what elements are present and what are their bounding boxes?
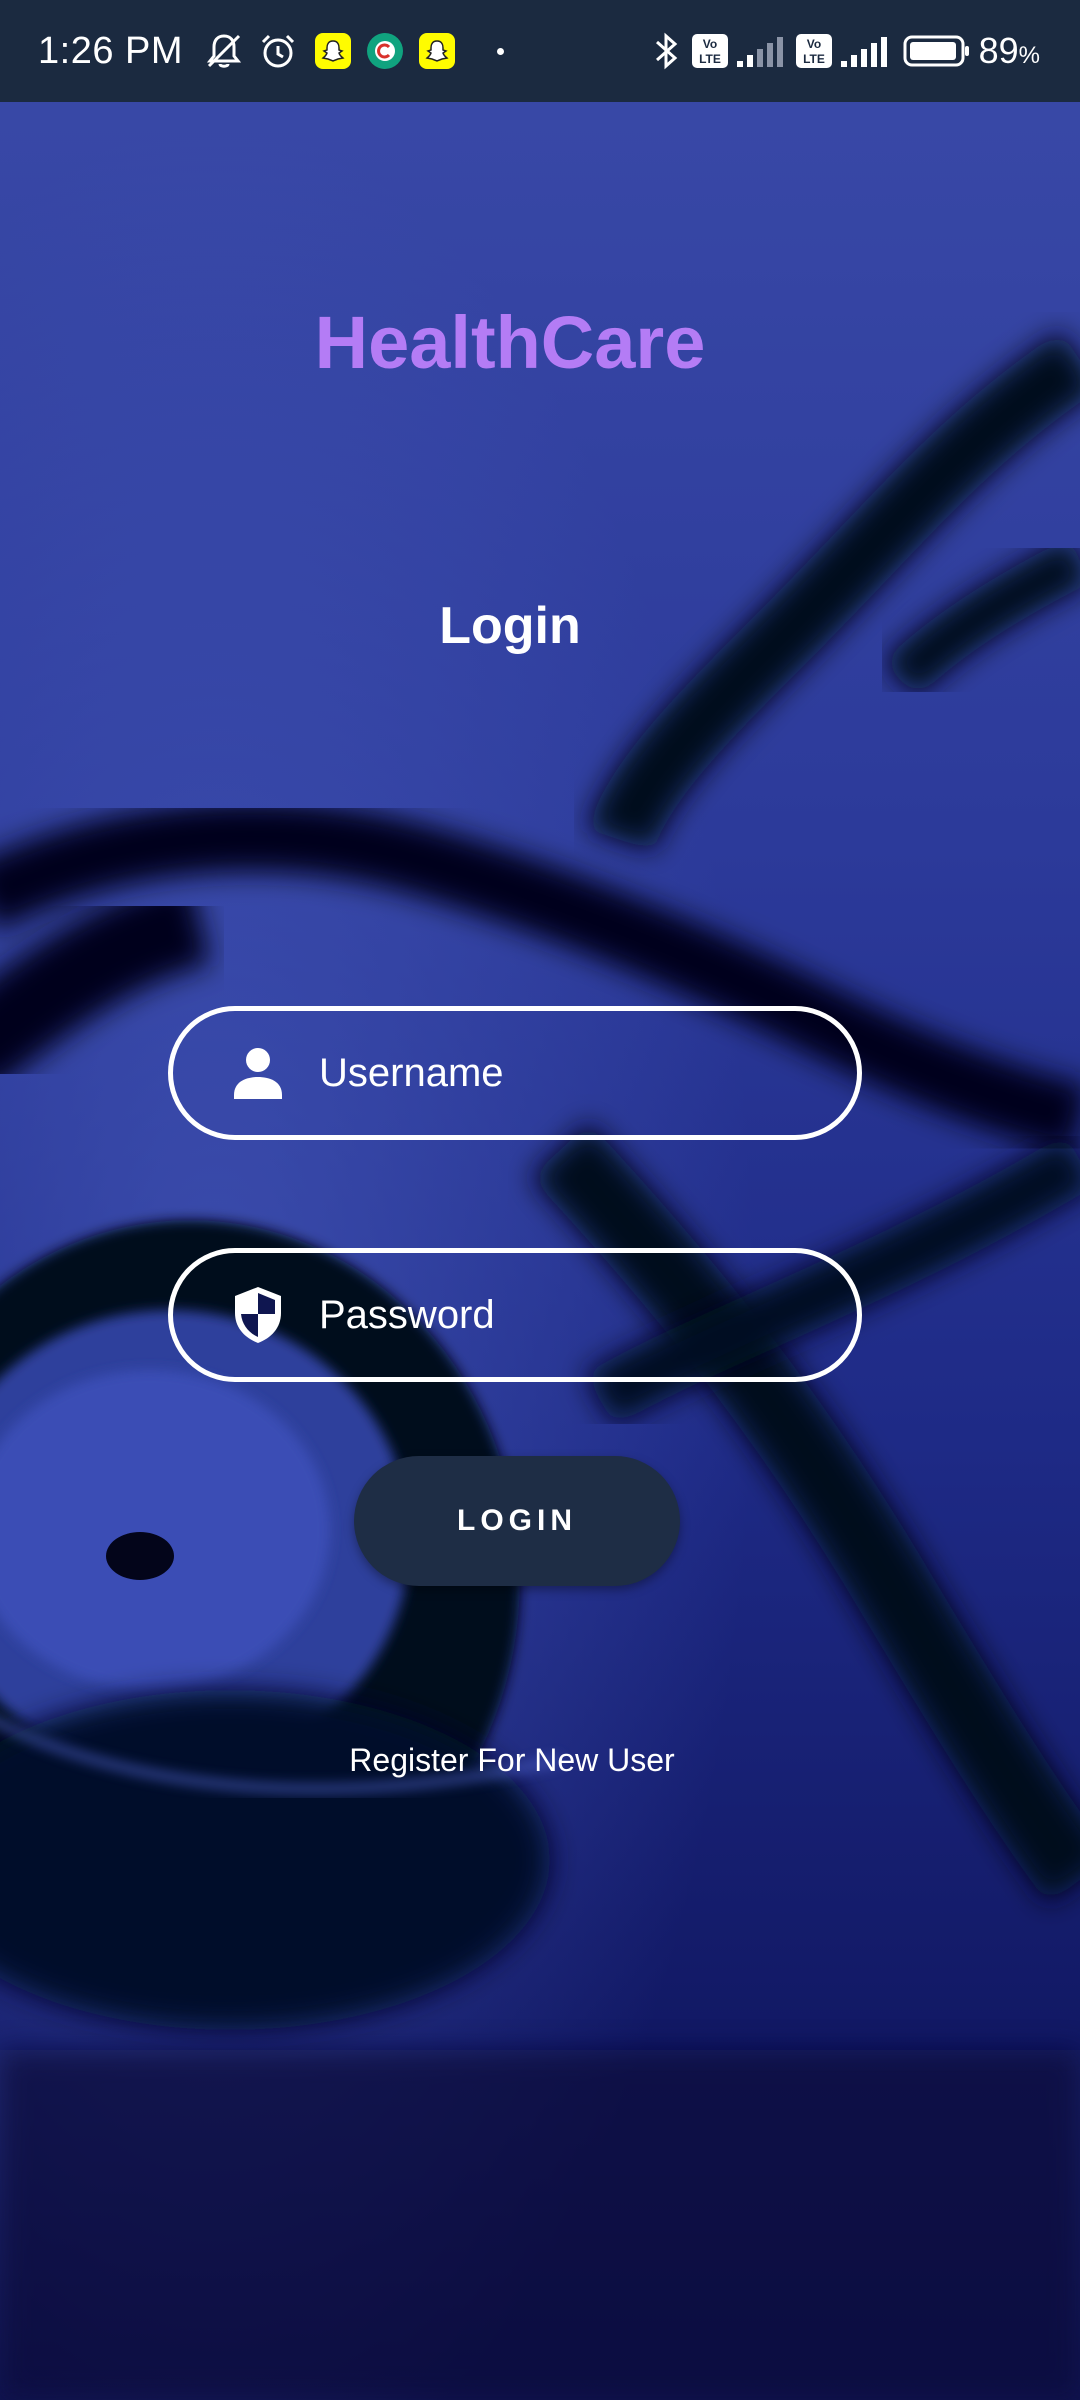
signal-icon [840, 37, 887, 67]
password-field[interactable] [168, 1248, 862, 1382]
battery-icon [903, 35, 969, 67]
login-screen: 1:26 PM Vo LTE Vo LTE 89% HealthCare Log… [0, 0, 1080, 2400]
snapchat-icon [315, 33, 352, 69]
svg-text:Vo: Vo [806, 37, 820, 51]
status-time: 1:26 PM [38, 29, 184, 72]
login-button[interactable]: LOGIN [354, 1456, 680, 1586]
app-title: HealthCare [314, 301, 706, 384]
shield-icon [235, 1287, 281, 1343]
volte-icon: Vo LTE [691, 34, 728, 68]
username-input[interactable] [319, 1050, 799, 1096]
bluetooth-icon [655, 32, 677, 70]
register-link[interactable]: Register For New User [0, 1742, 1024, 1779]
username-field[interactable] [168, 1006, 862, 1140]
battery-percent: 89% [978, 30, 1040, 71]
signal-weak-icon [736, 37, 783, 67]
status-bar: 1:26 PM Vo LTE Vo LTE 89% [0, 0, 1080, 102]
svg-text:LTE: LTE [699, 52, 721, 66]
volte-icon: Vo LTE [795, 34, 832, 68]
snapchat-icon [419, 33, 456, 69]
page-heading: Login [439, 597, 581, 655]
svg-text:Vo: Vo [702, 37, 716, 51]
app-c-icon [367, 33, 404, 69]
svg-text:LTE: LTE [803, 52, 825, 66]
notification-dot-icon [497, 47, 505, 55]
password-input[interactable] [319, 1292, 799, 1338]
alarm-icon [261, 34, 295, 68]
mute-bell-icon [206, 34, 242, 68]
person-icon [234, 1048, 282, 1099]
